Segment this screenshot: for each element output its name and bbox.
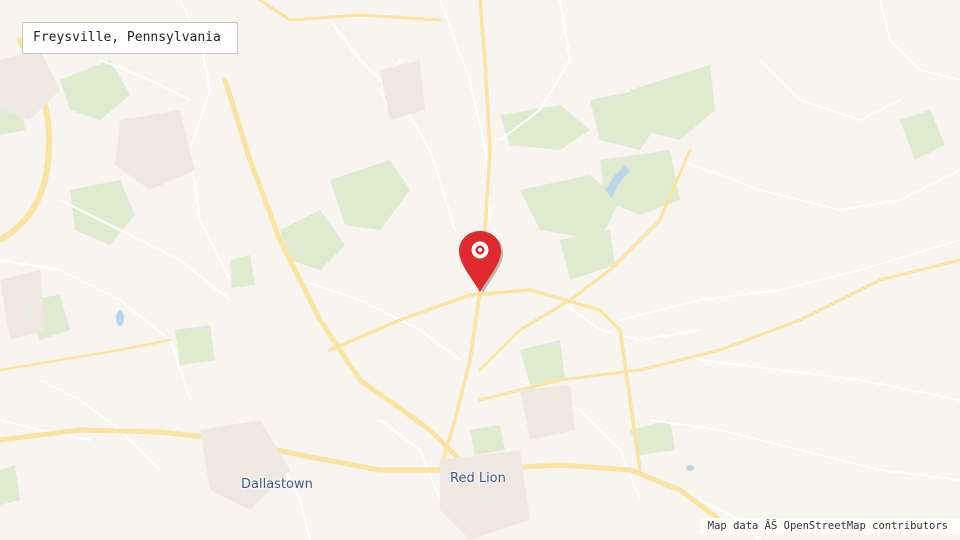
place-label-dallastown[interactable]: Dallastown (241, 477, 313, 492)
map-pin-icon[interactable] (458, 230, 504, 296)
location-title: Freysville, Pennsylvania (22, 22, 238, 54)
map-attribution[interactable]: Map data ÂŠ OpenStreetMap contributors (699, 518, 960, 534)
map-canvas[interactable]: Dallastown Red Lion Freysville, Pennsylv… (0, 0, 960, 540)
place-label-red-lion[interactable]: Red Lion (450, 471, 506, 486)
